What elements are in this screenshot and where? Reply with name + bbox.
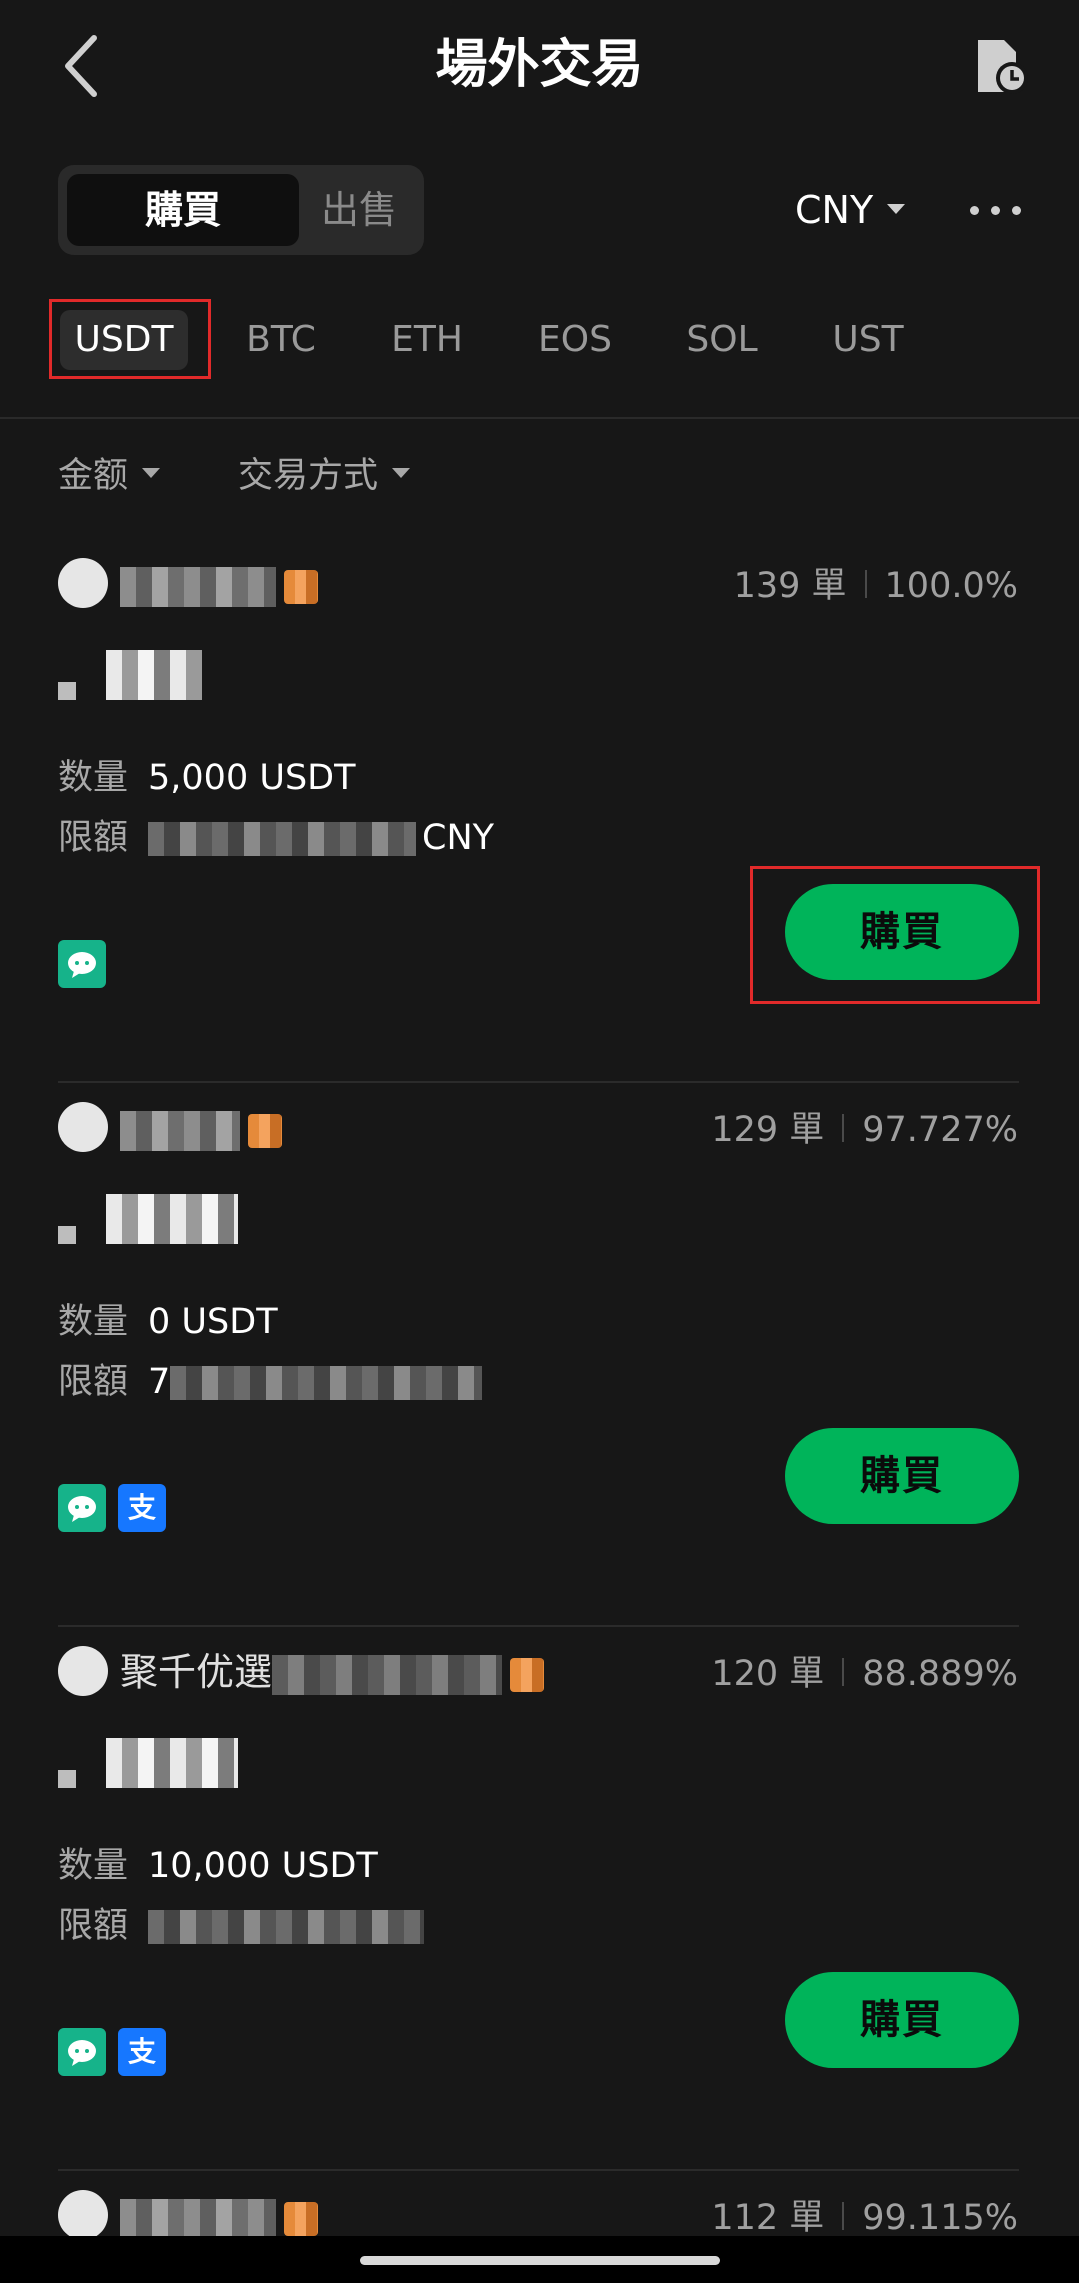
caret-down-icon [142, 468, 161, 478]
currency-value: CNY [795, 188, 874, 232]
dot-icon [970, 206, 979, 215]
listing-card: 112 單 99.115% [0, 2170, 1079, 2236]
limit-row: 限額 7 [58, 1354, 483, 1410]
coin-tab-sol[interactable]: SOL [667, 298, 777, 382]
merchant-name[interactable] [120, 554, 318, 614]
payment-methods: 支 [58, 2028, 178, 2078]
order-count: 129 單 [711, 1110, 825, 1150]
completion-rate: 99.115% [862, 2198, 1018, 2236]
listing-card: 129 單 97.727% 数量 0 USDT 限額 7 支 購買 [0, 1082, 1079, 1627]
merchant-badge-icon [284, 569, 318, 604]
order-history-icon [978, 40, 1028, 94]
tab-buy[interactable]: 購買 [67, 174, 299, 246]
system-gesture-area [0, 2236, 1079, 2283]
wechat-pay-icon [58, 940, 106, 988]
quantity-value: 5,000 USDT [148, 758, 356, 798]
merchant-stats: 112 單 99.115% [711, 2190, 1018, 2236]
merchant-stats: 139 單 100.0% [734, 558, 1018, 614]
completion-rate: 88.889% [862, 1654, 1018, 1694]
highlight-box [750, 866, 1040, 1004]
listing-card: 聚千优選 120 單 88.889% 数量 10,000 USDT 限額 支 購買 [0, 1626, 1079, 2171]
merchant-stats: 129 單 97.727% [711, 1102, 1018, 1158]
payment-methods: 支 [58, 1484, 178, 1534]
merchant-name[interactable]: 聚千优選 [120, 1642, 545, 1702]
order-count: 139 單 [733, 566, 847, 606]
merchant-badge-icon [510, 1657, 545, 1692]
page-title: 場外交易 [435, 35, 644, 95]
wechat-pay-icon [58, 1484, 106, 1532]
dot-icon [991, 206, 1000, 215]
buy-sell-toggle: 購買 出售 [58, 165, 424, 255]
buy-button[interactable]: 購買 [785, 1428, 1019, 1524]
quantity-row: 数量 5,000 USDT [58, 758, 356, 798]
home-indicator[interactable] [360, 2256, 720, 2265]
alipay-icon: 支 [118, 1484, 166, 1532]
unit-price [58, 1194, 238, 1254]
more-options-button[interactable] [968, 190, 1024, 230]
unit-price [58, 650, 202, 710]
merchant-name[interactable] [120, 1098, 282, 1158]
order-count: 112 單 [711, 2198, 825, 2236]
dot-icon [1012, 206, 1021, 215]
avatar [58, 558, 108, 608]
payment-methods [58, 940, 118, 990]
tab-sell[interactable]: 出售 [303, 174, 415, 246]
unit-price [58, 1738, 238, 1798]
merchant-name[interactable] [120, 2186, 318, 2236]
merchant-badge-icon [284, 2201, 318, 2236]
avatar [58, 1646, 108, 1696]
quantity-value: 0 USDT [148, 1302, 278, 1342]
avatar [58, 1102, 108, 1152]
order-count: 120 單 [711, 1654, 825, 1694]
avatar [58, 2190, 108, 2236]
coin-tab-eos[interactable]: EOS [520, 298, 630, 382]
quantity-row: 数量 10,000 USDT [58, 1846, 378, 1886]
header: 場外交易 [0, 0, 1079, 140]
completion-rate: 97.727% [862, 1110, 1018, 1150]
caret-down-icon [392, 468, 411, 478]
coin-tab-ust[interactable]: UST [813, 298, 923, 382]
merchant-stats: 120 單 88.889% [711, 1646, 1018, 1702]
quantity-value: 10,000 USDT [148, 1846, 378, 1886]
order-history-button[interactable] [974, 36, 1030, 96]
merchant-badge-icon [248, 1113, 282, 1148]
amount-filter[interactable]: 金额 [58, 448, 161, 504]
otc-trade-page: 場外交易 購買 出售 CNY USDT BTC ETH EOS SOL UST [0, 0, 1079, 2283]
completion-rate: 100.0% [884, 566, 1018, 606]
currency-selector[interactable]: CNY [795, 180, 906, 240]
divider [0, 417, 1079, 419]
buy-button[interactable]: 購買 [785, 1972, 1019, 2068]
quantity-row: 数量 0 USDT [58, 1302, 278, 1342]
coin-tab-btc[interactable]: BTC [226, 298, 336, 382]
limit-row: 限額 [58, 1898, 425, 1954]
alipay-icon: 支 [118, 2028, 166, 2076]
payment-method-filter[interactable]: 交易方式 [238, 448, 411, 504]
coin-tab-eth[interactable]: ETH [372, 298, 482, 382]
limit-row: 限額 CNY [58, 818, 495, 858]
wechat-pay-icon [58, 2028, 106, 2076]
caret-down-icon [887, 203, 906, 214]
